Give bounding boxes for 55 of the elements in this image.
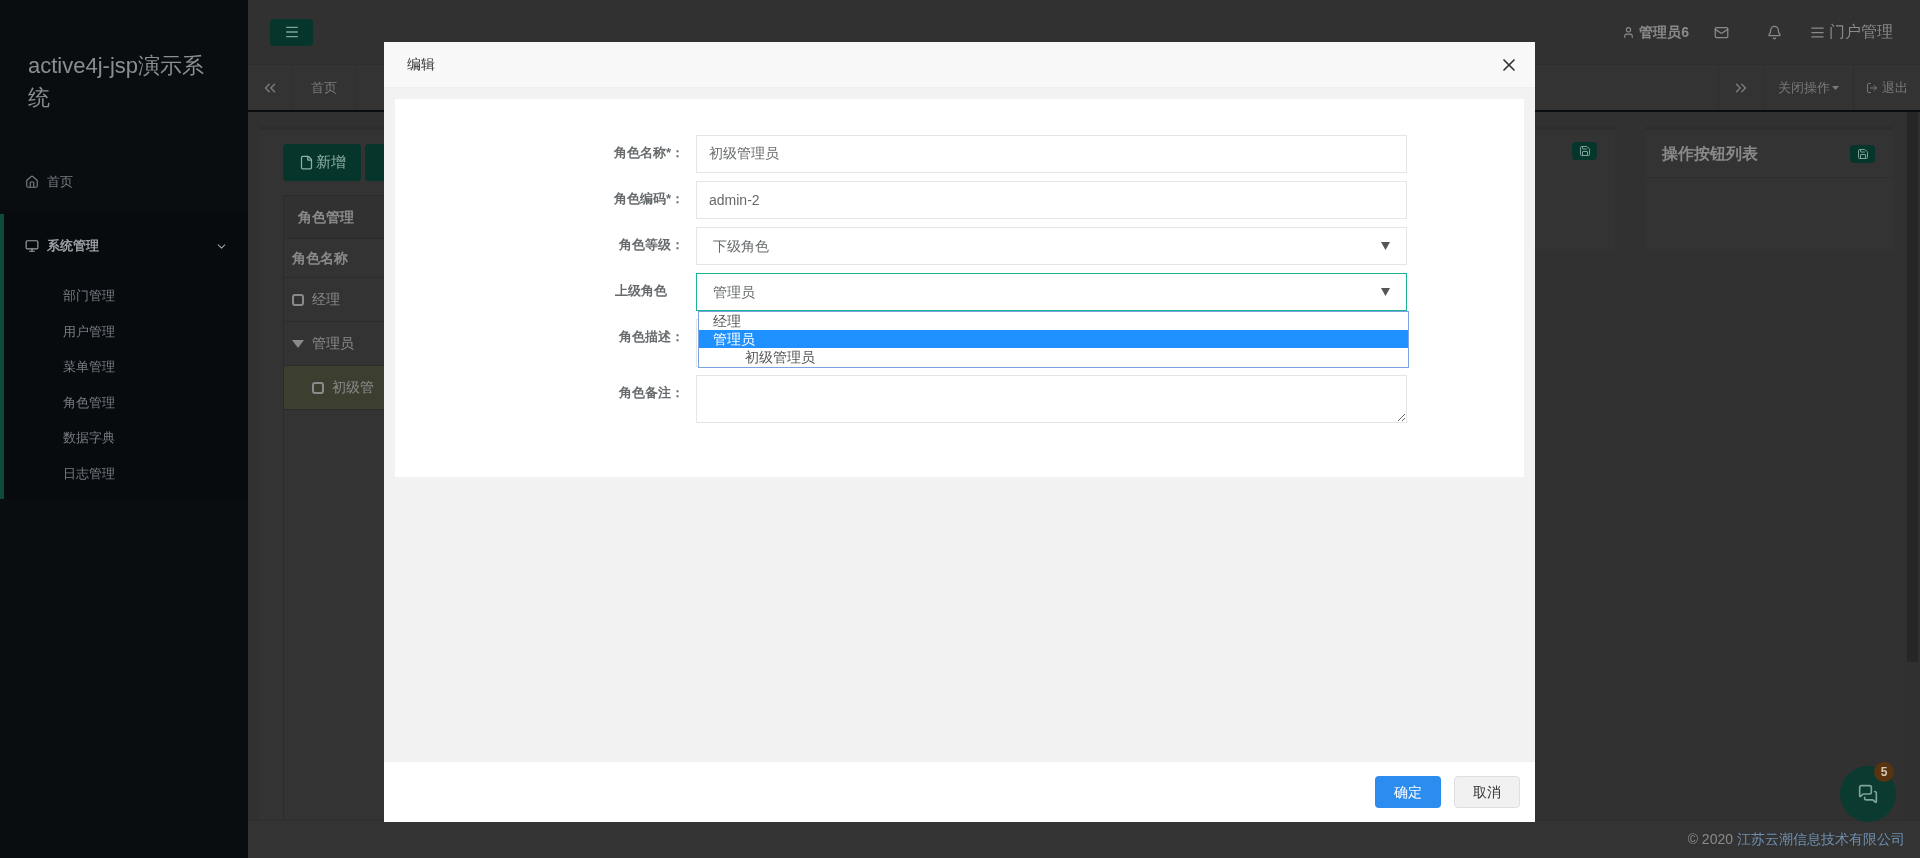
save-icon bbox=[1578, 145, 1591, 157]
chat-button[interactable] bbox=[1840, 766, 1896, 822]
submenu-item[interactable]: 日志管理 bbox=[4, 455, 248, 491]
field-label: 角色等级： bbox=[618, 236, 684, 254]
caret-down-icon bbox=[1381, 242, 1390, 250]
sidebar-item[interactable]: 系统管理 bbox=[4, 214, 248, 278]
field-label: 角色编码*： bbox=[612, 190, 684, 208]
menu-button[interactable] bbox=[270, 18, 313, 46]
caret-down-icon[interactable] bbox=[292, 338, 304, 349]
notification-badge: 5 bbox=[1874, 762, 1894, 782]
monitor-icon bbox=[25, 239, 39, 253]
submenu-item[interactable]: 用户管理 bbox=[4, 313, 248, 349]
field-label: 角色名称*： bbox=[612, 144, 684, 162]
text-field[interactable]: 初级管理员 bbox=[696, 135, 1407, 173]
field-label: 角色备注： bbox=[618, 384, 684, 402]
submenu-item[interactable]: 部门管理 bbox=[4, 278, 248, 314]
sidebar-item[interactable]: 首页 bbox=[4, 150, 248, 214]
select-field[interactable]: 下级角色 bbox=[696, 227, 1407, 265]
dialog-title: 编辑 bbox=[407, 55, 435, 74]
add-button[interactable]: 新增 bbox=[283, 144, 361, 181]
checkbox-icon[interactable] bbox=[292, 293, 304, 306]
submenu-item[interactable]: 角色管理 bbox=[4, 384, 248, 420]
home-icon bbox=[25, 175, 39, 189]
dropdown-option[interactable]: 管理员 bbox=[699, 330, 1408, 348]
checkbox-icon[interactable] bbox=[312, 381, 324, 394]
field-label: 角色描述： bbox=[618, 328, 684, 346]
portal-link[interactable]: 门户管理 bbox=[1829, 20, 1893, 44]
caret-down-icon bbox=[1832, 85, 1839, 90]
panel-title: 操作按钮列表 bbox=[1662, 143, 1758, 164]
close-ops-dropdown[interactable]: 关闭操作 bbox=[1763, 65, 1853, 110]
list-icon bbox=[1810, 24, 1825, 40]
bell-icon[interactable] bbox=[1767, 24, 1782, 40]
submenu-item[interactable]: 数据字典 bbox=[4, 420, 248, 456]
save-button[interactable] bbox=[1850, 144, 1875, 163]
logout-icon bbox=[1866, 81, 1878, 94]
confirm-button[interactable]: 确定 bbox=[1375, 776, 1441, 808]
copyright-text: © 2020 bbox=[1687, 830, 1733, 849]
logout-button[interactable]: 退出 bbox=[1853, 65, 1920, 110]
user-name[interactable]: 管理员6 bbox=[1639, 21, 1689, 43]
select-field[interactable]: 管理员 bbox=[696, 273, 1407, 311]
user-icon bbox=[1622, 25, 1636, 39]
cancel-button[interactable]: 取消 bbox=[1454, 776, 1520, 808]
company-link[interactable]: 江苏云潮信息技术有限公司 bbox=[1737, 829, 1905, 850]
caret-down-icon bbox=[1381, 288, 1390, 296]
menu-icon bbox=[283, 24, 300, 40]
app-title: active4j-jsp演示系统 bbox=[28, 52, 206, 112]
mail-icon[interactable] bbox=[1714, 24, 1729, 40]
save-icon bbox=[1856, 147, 1869, 160]
chat-icon bbox=[1858, 784, 1878, 804]
submenu-item[interactable]: 菜单管理 bbox=[4, 349, 248, 385]
file-icon bbox=[298, 155, 314, 170]
field-label: 上级角色 bbox=[614, 282, 668, 300]
page-tab[interactable]: 首页 bbox=[292, 65, 357, 110]
text-field[interactable]: admin-2 bbox=[696, 181, 1407, 219]
save-button[interactable] bbox=[1572, 142, 1597, 160]
